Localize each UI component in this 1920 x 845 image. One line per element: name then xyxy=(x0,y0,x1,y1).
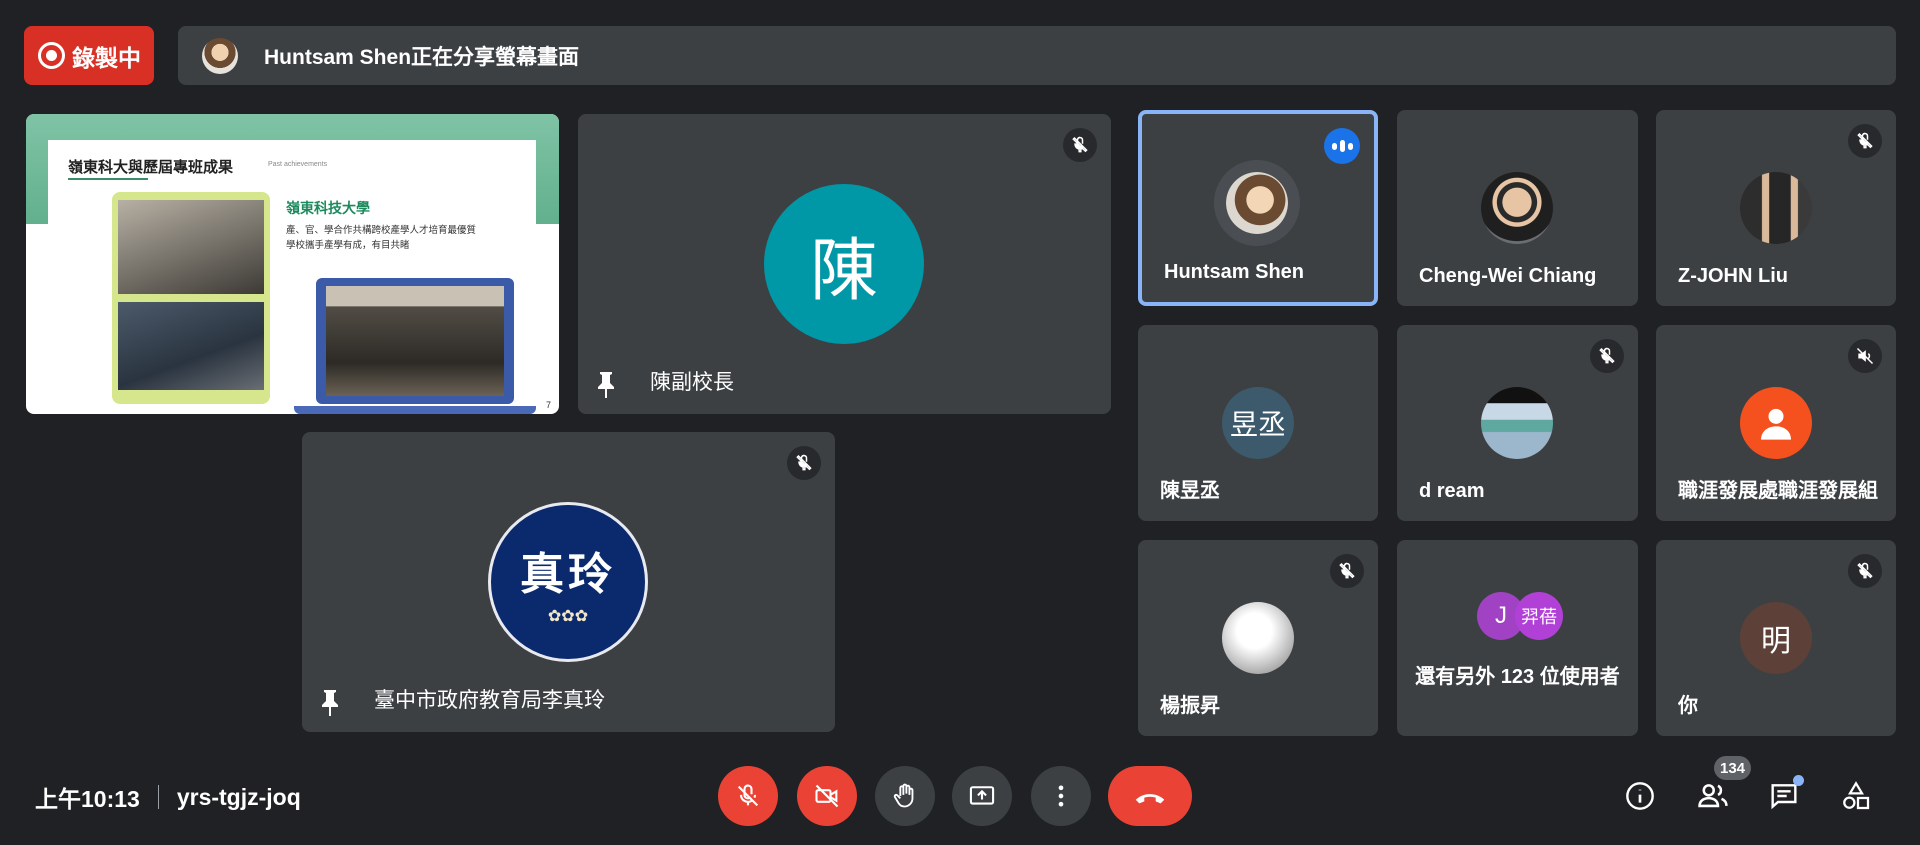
participant-avatar: 陳 xyxy=(764,184,924,344)
slide-page-number: 7 xyxy=(545,400,551,410)
activities-icon xyxy=(1843,781,1870,810)
participant-tile-z-john-liu[interactable]: Z-JOHN Liu xyxy=(1656,110,1896,306)
camera-off-icon xyxy=(815,784,839,808)
mic-off-icon xyxy=(1848,124,1882,158)
meeting-details-button[interactable] xyxy=(1622,778,1658,814)
participant-logo-avatar: 真玲 ✿✿✿ xyxy=(488,502,648,662)
speaker-off-icon xyxy=(1848,339,1882,373)
divider xyxy=(157,785,159,809)
toggle-camera-button[interactable] xyxy=(797,766,857,826)
participant-name: Z-JOHN Liu xyxy=(1678,265,1788,287)
participant-avatar: 明 xyxy=(1740,602,1812,674)
phone-hangup-icon xyxy=(1135,794,1165,804)
participant-name: 陳副校長 xyxy=(650,371,734,394)
meeting-code: yrs-tgjz-joq xyxy=(176,783,301,810)
participant-tile-d-ream[interactable]: d ream xyxy=(1397,325,1638,521)
participant-avatar xyxy=(1740,172,1812,244)
record-icon xyxy=(38,42,65,69)
mic-off-icon xyxy=(787,446,821,480)
slide-laptop-base xyxy=(294,406,536,414)
participant-tile-li-zhenling[interactable]: 真玲 ✿✿✿ 臺中市政府教育局李真玲 xyxy=(302,432,835,732)
participant-tile-huntsam-shen[interactable]: Huntsam Shen xyxy=(1138,110,1378,306)
participant-avatar xyxy=(1481,172,1553,244)
screen-share-banner: Huntsam Shen正在分享螢幕畫面 xyxy=(178,26,1896,85)
slide-text-line: 產、官、學合作共構跨校產學人才培育最優質 xyxy=(286,225,477,236)
logo-flowers: ✿✿✿ xyxy=(547,608,589,625)
mic-off-icon xyxy=(1590,339,1624,373)
overflow-participants-label: 還有另外 123 位使用者 xyxy=(1415,666,1620,688)
participant-name: 楊振昇 xyxy=(1160,695,1220,717)
mic-off-icon xyxy=(737,784,759,807)
participant-name: Huntsam Shen xyxy=(1164,261,1305,283)
participant-avatar xyxy=(1214,160,1300,246)
present-screen-icon xyxy=(969,786,995,805)
current-time: 上午10:13 xyxy=(35,786,140,812)
show-everyone-button[interactable] xyxy=(1695,778,1731,814)
participant-avatar: 昱丞 xyxy=(1222,387,1294,459)
raise-hand-button[interactable] xyxy=(875,766,935,826)
participant-avatar xyxy=(1222,602,1294,674)
toggle-mic-button[interactable] xyxy=(718,766,778,826)
participant-avatar xyxy=(1740,387,1812,459)
chat-unread-indicator xyxy=(1793,775,1804,786)
share-banner-text: Huntsam Shen正在分享螢幕畫面 xyxy=(264,45,580,69)
more-options-button[interactable] xyxy=(1031,766,1091,826)
raise-hand-icon xyxy=(893,783,914,808)
participant-tile-career-office[interactable]: 職涯發展處職涯發展組 xyxy=(1656,325,1896,521)
participant-tile-chen-yucheng[interactable]: 昱丞 陳昱丞 xyxy=(1138,325,1378,521)
slide-content: 嶺東科大與歷屆專班成果 Past achievements 嶺東科技大學 產、官… xyxy=(48,140,536,414)
present-now-button[interactable] xyxy=(952,766,1012,826)
slide-photo xyxy=(118,302,264,390)
slide-group-photo xyxy=(326,286,504,396)
pin-icon[interactable] xyxy=(594,370,618,400)
meeting-info: 上午10:13 yrs-tgjz-joq xyxy=(35,780,301,814)
participant-avatar xyxy=(1481,387,1553,459)
recording-label: 錄製中 xyxy=(72,44,141,71)
speaking-indicator-icon xyxy=(1324,128,1360,164)
presenter-avatar xyxy=(202,37,238,74)
participant-tile-vice-president[interactable]: 陳 陳副校長 xyxy=(578,114,1111,414)
pin-icon[interactable] xyxy=(318,688,342,718)
slide-school-name: 嶺東科技大學 xyxy=(286,200,370,216)
mic-off-icon xyxy=(1063,128,1097,162)
participant-name: 臺中市政府教育局李真玲 xyxy=(374,689,605,712)
leave-call-button[interactable] xyxy=(1108,766,1192,826)
participant-count-badge: 134 xyxy=(1714,756,1752,780)
overflow-avatars: J 羿蓓 xyxy=(1469,592,1569,642)
mic-off-icon xyxy=(1848,554,1882,588)
slide-subtitle: Past achievements xyxy=(268,161,328,168)
participant-tile-yang-zhensheng[interactable]: 楊振昇 xyxy=(1138,540,1378,736)
recording-indicator[interactable]: 錄製中 xyxy=(24,26,154,85)
participant-name: Cheng-Wei Chiang xyxy=(1419,265,1597,287)
participant-name: 你 xyxy=(1678,695,1698,717)
participant-name: 陳昱丞 xyxy=(1160,480,1220,502)
info-icon xyxy=(1626,782,1654,810)
person-icon xyxy=(1761,408,1791,440)
logo-text: 真玲 xyxy=(520,549,616,600)
people-icon xyxy=(1698,784,1728,808)
participant-name: 職涯發展處職涯發展組 xyxy=(1678,480,1878,502)
mic-off-icon xyxy=(1330,554,1364,588)
participant-tile-self[interactable]: 明 你 xyxy=(1656,540,1896,736)
slide-text-line: 學校攜手產學有成，有目共睹 xyxy=(286,240,410,251)
participant-name: d ream xyxy=(1419,480,1485,502)
more-vert-icon xyxy=(1058,785,1064,807)
slide-title-rule xyxy=(68,178,148,180)
participant-overflow-tile[interactable]: J 羿蓓 還有另外 123 位使用者 xyxy=(1397,540,1638,736)
participant-tile-cheng-wei-chiang[interactable]: Cheng-Wei Chiang xyxy=(1397,110,1638,306)
slide-title: 嶺東科大與歷屆專班成果 xyxy=(68,159,234,176)
presentation-tile[interactable]: 嶺東科大與歷屆專班成果 Past achievements 嶺東科技大學 產、官… xyxy=(26,114,559,414)
activities-button[interactable] xyxy=(1838,778,1874,814)
slide-photo xyxy=(118,200,264,294)
participant-avatar: 羿蓓 xyxy=(1515,592,1563,640)
